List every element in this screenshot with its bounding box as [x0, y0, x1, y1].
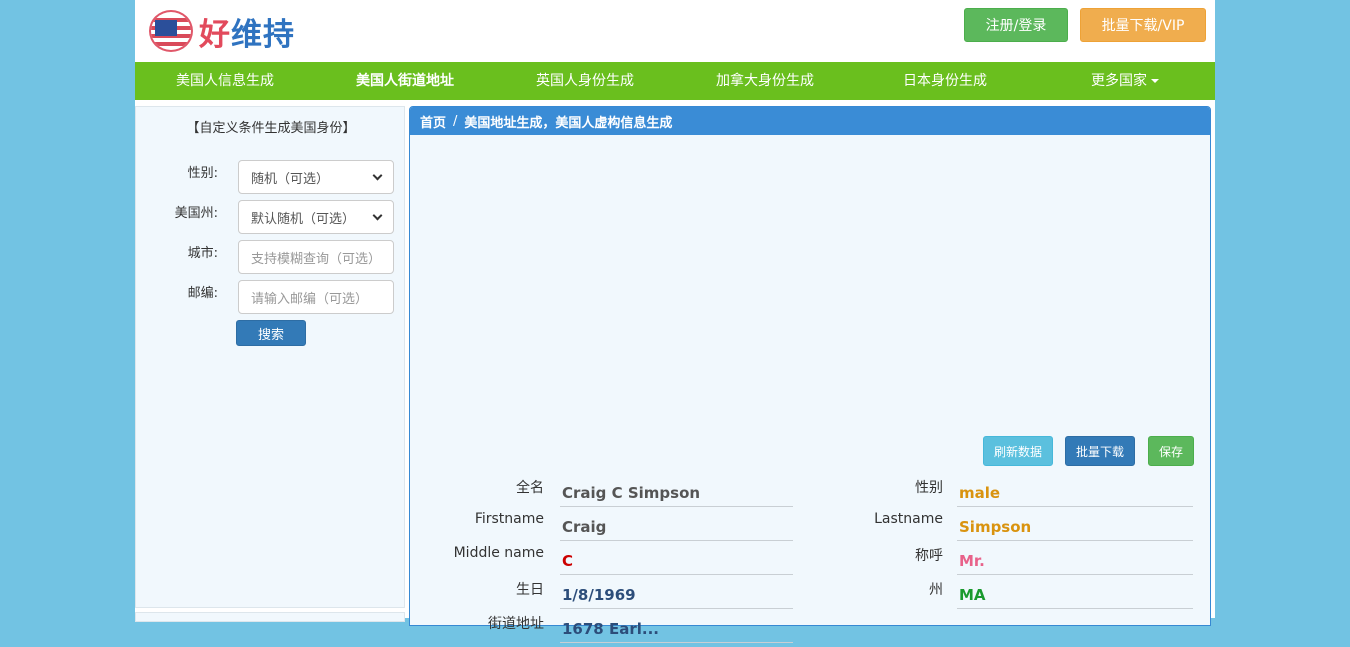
main-nav: 美国人信息生成 美国人街道地址 英国人身份生成 加拿大身份生成 日本身份生成 更… — [135, 62, 1215, 100]
state-label: 州 — [929, 582, 943, 598]
fullname-label: 全名 — [516, 480, 544, 496]
birthday-value: 1/8/1969 — [560, 581, 793, 609]
gender-label: 性别 — [915, 480, 943, 496]
search-sidebar: 【自定义条件生成美国身份】 性别: 随机（可选） 美国州: 默认随机（可选） 城… — [135, 106, 405, 608]
breadcrumb-home-link[interactable]: 首页 — [420, 112, 446, 131]
gender-select[interactable]: 随机（可选） — [238, 160, 394, 194]
middlename-label: Middle name — [453, 545, 544, 561]
sidebar-title: 【自定义条件生成美国身份】 — [186, 121, 356, 136]
refresh-data-button[interactable]: 刷新数据 — [983, 436, 1053, 466]
nav-item-us-info[interactable]: 美国人信息生成 — [135, 62, 315, 100]
nav-item-us-address[interactable]: 美国人街道地址 — [315, 62, 495, 100]
site-logo[interactable]: 好维持 — [149, 10, 295, 53]
city-row: 城市: 支持模糊查询（可选） — [136, 240, 406, 274]
firstname-label: Firstname — [474, 511, 544, 527]
logo-text: 好维持 — [199, 16, 295, 53]
batch-download-vip-button[interactable]: 批量下载/VIP — [1080, 8, 1206, 42]
nav-item-more-label: 更多国家 — [1091, 73, 1147, 89]
zip-row: 邮编: 请输入邮编（可选） — [136, 280, 406, 314]
city-label: 城市: — [187, 246, 218, 261]
state-select[interactable]: 默认随机（可选） — [238, 200, 394, 234]
nav-item-canada-identity[interactable]: 加拿大身份生成 — [675, 62, 855, 100]
sidebar-second-panel — [135, 612, 405, 622]
site-header: 好维持 注册/登录 批量下载/VIP — [135, 0, 1215, 62]
middlename-value: C — [560, 547, 793, 575]
state-value: MA — [957, 581, 1193, 609]
birthday-label: 生日 — [516, 582, 544, 598]
field-lastname: Lastname Simpson — [810, 511, 1210, 545]
field-title: 称呼 Mr. — [810, 545, 1210, 579]
caret-down-icon — [1151, 79, 1159, 83]
lastname-value: Simpson — [957, 513, 1193, 541]
state-row: 美国州: 默认随机（可选） — [136, 200, 406, 234]
gender-select-value: 随机（可选） — [251, 171, 330, 187]
zip-input-placeholder: 请输入邮编（可选） — [251, 291, 369, 307]
fullname-value: Craig C Simpson — [560, 479, 793, 507]
gender-label: 性别: — [187, 166, 218, 181]
field-state: 州 MA — [810, 579, 1210, 613]
city-input-placeholder: 支持模糊查询（可选） — [251, 251, 382, 267]
save-button[interactable]: 保存 — [1148, 436, 1194, 466]
batch-download-button[interactable]: 批量下载 — [1065, 436, 1135, 466]
nav-item-uk-identity[interactable]: 英国人身份生成 — [495, 62, 675, 100]
search-button[interactable]: 搜索 — [236, 320, 306, 346]
state-select-value: 默认随机（可选） — [251, 211, 356, 227]
breadcrumb-current: 美国地址生成，美国人虚构信息生成 — [464, 115, 673, 131]
breadcrumb-separator: / — [453, 113, 458, 129]
field-fullname: 全名 Craig C Simpson — [410, 477, 810, 511]
us-flag-icon — [149, 10, 193, 52]
action-bar: 刷新数据 批量下载 保存 — [410, 436, 1210, 466]
lastname-label: Lastname — [874, 511, 943, 527]
chevron-down-icon — [372, 210, 383, 220]
title-label: 称呼 — [915, 548, 943, 564]
firstname-value: Craig — [560, 513, 793, 541]
field-gender: 性别 male — [810, 477, 1210, 511]
street-value: 1678 Earl... — [560, 615, 793, 643]
breadcrumb: 首页 / 美国地址生成，美国人虚构信息生成 — [410, 107, 1210, 135]
field-middlename: Middle name C — [410, 545, 810, 579]
state-label: 美国州: — [174, 206, 218, 221]
chevron-down-icon — [372, 170, 383, 180]
page-container: 好维持 注册/登录 批量下载/VIP 美国人信息生成 美国人街道地址 英国人身份… — [135, 0, 1215, 643]
result-panel: 首页 / 美国地址生成，美国人虚构信息生成 刷新数据 批量下载 保存 全名 Cr… — [409, 106, 1211, 643]
zip-input[interactable]: 请输入邮编（可选） — [238, 280, 394, 314]
gender-row: 性别: 随机（可选） — [136, 160, 406, 194]
field-street: 街道地址 1678 Earl... — [410, 613, 810, 647]
title-value: Mr. — [957, 547, 1193, 575]
field-birthday: 生日 1/8/1969 — [410, 579, 810, 613]
nav-item-more-countries[interactable]: 更多国家 — [1035, 62, 1215, 100]
zip-label: 邮编: — [187, 286, 218, 301]
field-firstname: Firstname Craig — [410, 511, 810, 545]
street-label: 街道地址 — [488, 616, 544, 632]
city-input[interactable]: 支持模糊查询（可选） — [238, 240, 394, 274]
nav-item-japan-identity[interactable]: 日本身份生成 — [855, 62, 1035, 100]
login-register-button[interactable]: 注册/登录 — [964, 8, 1068, 42]
gender-value: male — [957, 479, 1193, 507]
